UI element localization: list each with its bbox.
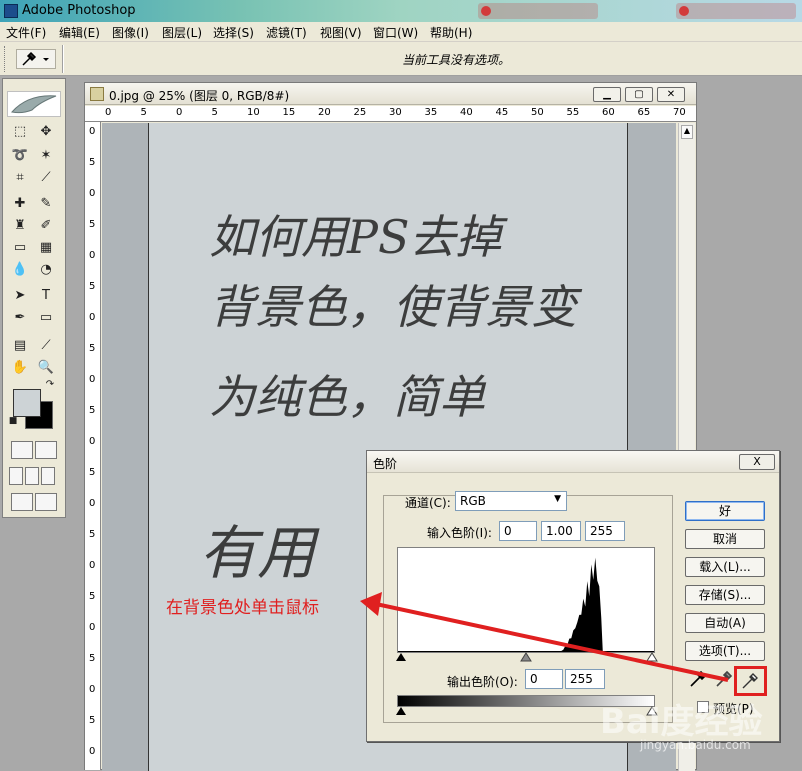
- watermark-logo: Bai度经验: [600, 702, 763, 742]
- annotation-arrow: [360, 592, 729, 682]
- watermark-url: jingyan.baidu.com: [640, 738, 751, 752]
- foreground-color-swatch[interactable]: [13, 389, 41, 417]
- annotation-text: 在背景色处单击鼠标: [166, 598, 319, 618]
